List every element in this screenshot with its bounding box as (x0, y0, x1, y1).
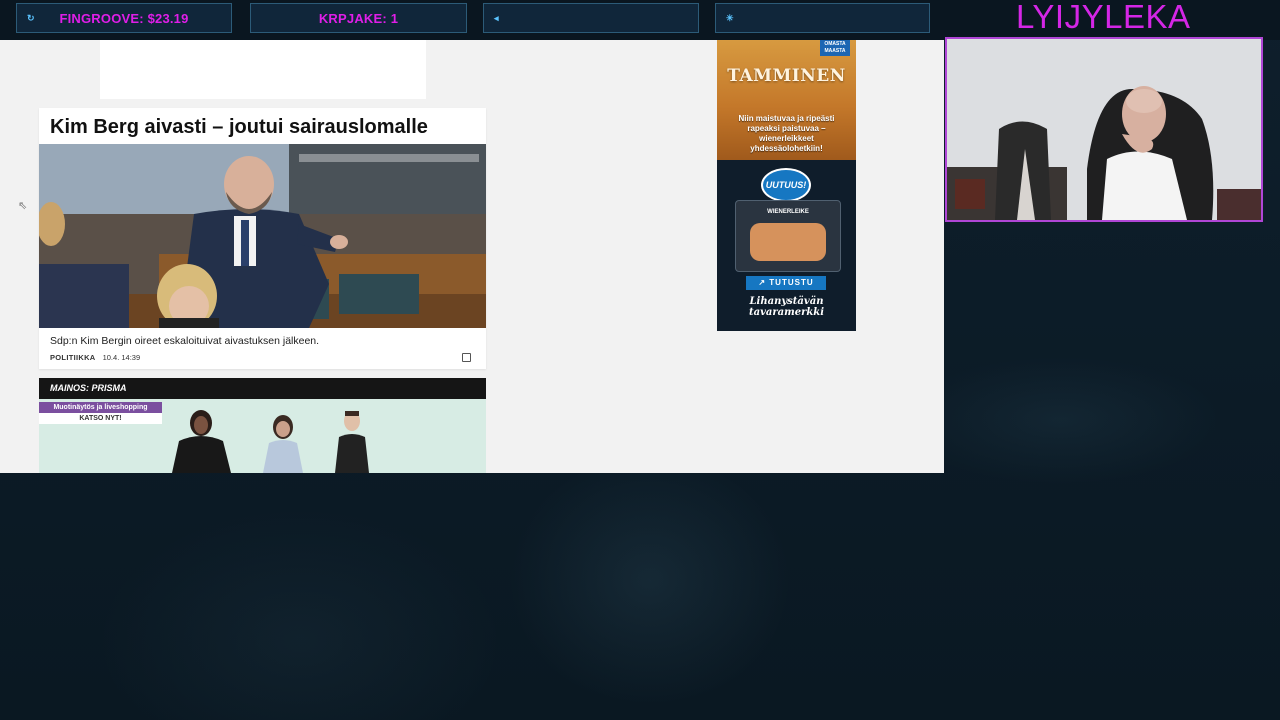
empty-widget-1: ◂ (483, 3, 699, 33)
ad-product-image (750, 223, 826, 261)
blank-ad-slot (100, 40, 426, 99)
ad-tagline: Lihanystävän tavaramerkki (748, 296, 824, 318)
tamminen-ad[interactable]: OMASTA MAASTA TAMMINEN Niin maistuvaa ja… (717, 40, 856, 331)
ad-brand: TAMMINEN (727, 66, 846, 86)
bookmark-icon[interactable] (462, 353, 471, 362)
article-photo[interactable] (39, 144, 486, 328)
article-timestamp: 10.4. 14:39 (102, 353, 141, 362)
prisma-promo[interactable]: MAINOS: PRISMA Muotinäytös ja liveshoppi… (39, 378, 486, 473)
ad-cta-label: TUTUSTU (769, 278, 814, 287)
article-card[interactable]: Kim Berg aivasti – joutui sairauslomalle (39, 108, 486, 369)
ad-slogan: Niin maistuvaa ja ripeästi rapeaksi pais… (738, 114, 835, 153)
ad-product-package: WIENERLEIKE (735, 200, 841, 272)
subscriber-widget: KRPJAKE: 1 (250, 3, 467, 33)
channel-name: LYIJYLEKA (1016, 0, 1191, 35)
refresh-icon: ↻ (27, 12, 35, 23)
browser-page: ⇖ Kim Berg aivasti – joutui sairauslomal… (0, 40, 944, 473)
donation-text: FINGROOVE: $23.19 (59, 10, 189, 26)
article-lead[interactable]: Sdp:n Kim Bergin oireet eskaloituivat ai… (50, 335, 319, 347)
subscriber-text: KRPJAKE: 1 (318, 10, 399, 26)
mouse-cursor-icon: ⇖ (18, 200, 28, 212)
article-headline[interactable]: Kim Berg aivasti – joutui sairauslomalle (50, 116, 428, 139)
empty-widget-2: ✳ (715, 3, 930, 33)
article-category[interactable]: POLITIIKKA (50, 353, 96, 362)
donation-widget: ↻ FINGROOVE: $23.19 (16, 3, 232, 33)
ad-cta-button[interactable]: ↗ TUTUSTU (746, 276, 826, 290)
promo-label: MAINOS: PRISMA (39, 378, 486, 399)
ad-new-badge: UUTUUS! (761, 168, 811, 202)
parliament-photo (39, 144, 486, 328)
article-meta: POLITIIKKA 10.4. 14:39 (50, 353, 140, 362)
stream-top-bar: ↻ FINGROOVE: $23.19 KRPJAKE: 1 ◂ ✳ LYIJY… (0, 0, 1280, 40)
star-icon: ✳ (726, 12, 734, 23)
ad-package-label: WIENERLEIKE (767, 209, 809, 215)
webcam-feed (945, 37, 1263, 222)
arrow-icon: ◂ (494, 12, 499, 23)
promo-models-image (172, 410, 369, 473)
streamer-video (947, 39, 1261, 220)
ad-origin-badge: OMASTA MAASTA (820, 40, 850, 56)
